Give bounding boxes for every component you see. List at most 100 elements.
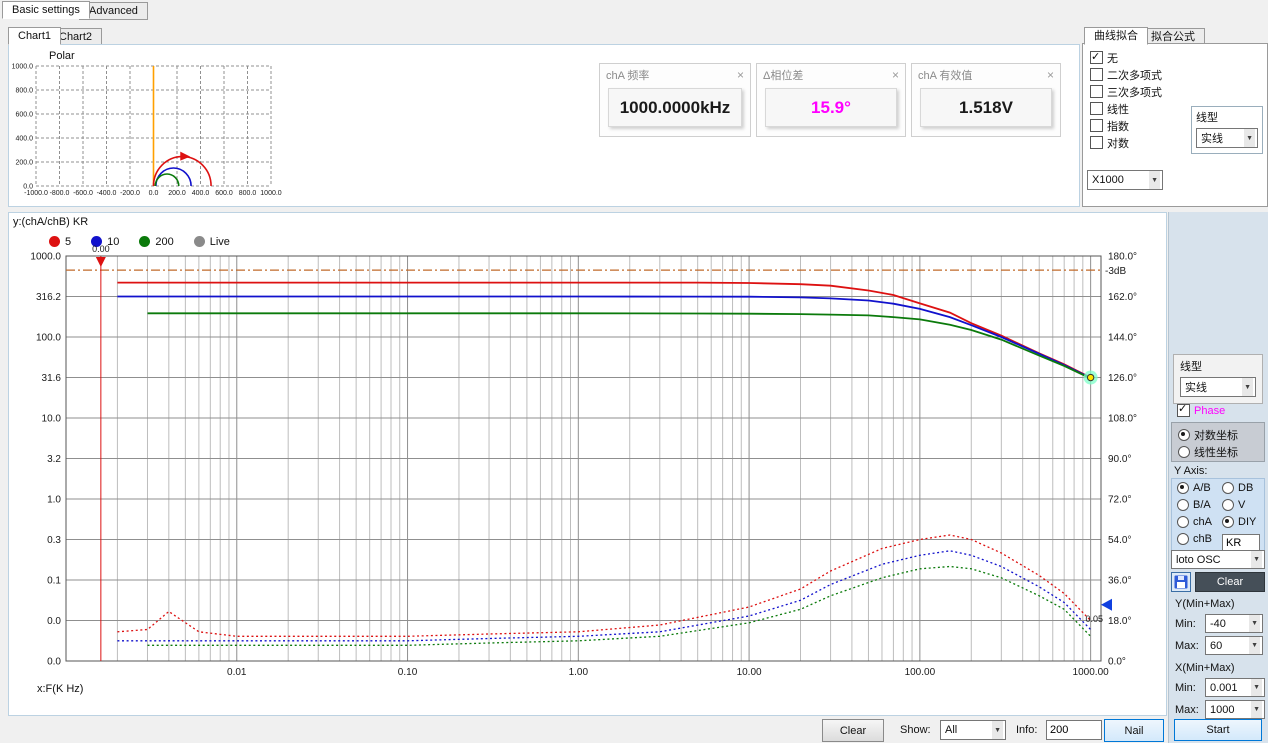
top-panel: Polar 1000.0800.0600.0400.0200.00.0-1000… — [8, 44, 1080, 207]
tab-curve-fit[interactable]: 曲线拟合 — [1084, 27, 1148, 45]
radio-chb[interactable]: chB — [1177, 533, 1212, 545]
checkbox-icon[interactable] — [1177, 404, 1190, 417]
fit-option-0[interactable]: 无 — [1090, 51, 1162, 68]
fit-option-label: 二次多项式 — [1107, 70, 1162, 82]
radio-icon[interactable] — [1178, 446, 1190, 458]
clear-chart-button[interactable]: Clear — [822, 719, 884, 742]
y-max-select[interactable]: 60 ▼ — [1205, 636, 1263, 655]
radio-v[interactable]: V — [1222, 499, 1245, 511]
legend-item-200[interactable]: 200 — [139, 236, 173, 248]
radio-ab[interactable]: A/B — [1177, 482, 1211, 494]
legend-item-Live[interactable]: Live — [194, 236, 230, 248]
save-button[interactable] — [1171, 572, 1191, 592]
cursor-value: 0.00 — [92, 244, 110, 254]
linetype-value: 实线 — [1185, 379, 1207, 395]
radio-label: V — [1238, 499, 1245, 511]
multiplier-value: X1000 — [1092, 174, 1124, 186]
tick-label: 800.0 — [239, 190, 257, 197]
chevron-down-icon: ▼ — [992, 721, 1003, 739]
radio-db[interactable]: DB — [1222, 482, 1253, 494]
legend-item-5[interactable]: 5 — [49, 236, 71, 248]
legend-label: 5 — [65, 236, 71, 248]
nail-button[interactable]: Nail — [1104, 719, 1164, 742]
cursor-handle[interactable] — [96, 257, 106, 267]
tick-label: 90.0° — [1108, 454, 1131, 465]
fit-linetype-select[interactable]: 实线 ▼ — [1196, 128, 1258, 148]
tick-label: -400.0 — [97, 190, 117, 197]
radio-icon[interactable] — [1222, 499, 1234, 511]
radio-icon[interactable] — [1222, 482, 1234, 494]
close-icon[interactable]: × — [1047, 68, 1054, 82]
legend-dot-icon — [139, 236, 150, 247]
linetype-select[interactable]: 实线 ▼ — [1180, 377, 1256, 397]
legend-dot-icon — [194, 236, 205, 247]
fit-option-1[interactable]: 二次多项式 — [1090, 68, 1162, 85]
x-max-select[interactable]: 1000 ▼ — [1205, 700, 1265, 719]
start-button[interactable]: Start — [1174, 719, 1262, 741]
polar-arrow-icon — [180, 152, 190, 161]
tab-chart1[interactable]: Chart1 — [8, 27, 61, 45]
tick-label: 0.1 — [47, 576, 61, 587]
checkbox-icon[interactable] — [1090, 85, 1103, 98]
tick-label: 162.0° — [1108, 292, 1137, 303]
diy-unit-input[interactable] — [1222, 534, 1260, 551]
radio-diy[interactable]: DIY — [1222, 516, 1256, 528]
fit-option-4[interactable]: 指数 — [1090, 119, 1162, 136]
tick-label: 200.0 — [15, 160, 33, 167]
radio-icon[interactable] — [1178, 429, 1190, 441]
radio-ba[interactable]: B/A — [1177, 499, 1211, 511]
close-icon[interactable]: × — [892, 68, 899, 82]
radio-log-coordinates[interactable]: 对数坐标 — [1178, 427, 1238, 443]
y-minmax-label: Y(Min+Max) — [1175, 598, 1235, 610]
y-min-select[interactable]: -40 ▼ — [1205, 614, 1263, 633]
right-marker[interactable] — [1101, 599, 1112, 611]
x-min-value: 0.001 — [1210, 682, 1238, 694]
end-marker[interactable] — [1087, 374, 1093, 380]
clear-data-button[interactable]: Clear — [1195, 572, 1265, 592]
info-input[interactable] — [1046, 720, 1102, 740]
show-select[interactable]: All ▼ — [940, 720, 1006, 740]
fit-linetype-group: 线型 实线 ▼ — [1191, 106, 1263, 154]
checkbox-icon[interactable] — [1090, 119, 1103, 132]
multiplier-select[interactable]: X1000 ▼ — [1087, 170, 1163, 190]
phase-checkbox[interactable]: Phase — [1177, 404, 1225, 417]
series-5-phase — [117, 535, 1090, 636]
tick-label: 0.01 — [227, 667, 247, 678]
tick-label: 1.00 — [569, 667, 589, 678]
y-max-label: Max: — [1175, 640, 1199, 652]
measurement-title: chA 频率 — [606, 67, 649, 83]
checkbox-icon[interactable] — [1090, 136, 1103, 149]
radio-label: DIY — [1238, 516, 1256, 528]
y-axis-group: A/B B/A chA chB DB V — [1171, 478, 1265, 558]
chevron-down-icon: ▼ — [1251, 701, 1262, 718]
radio-icon[interactable] — [1177, 533, 1189, 545]
x-max-value: 1000 — [1210, 704, 1234, 716]
tick-label: 0.0 — [47, 616, 61, 627]
radio-icon[interactable] — [1177, 482, 1189, 494]
close-icon[interactable]: × — [737, 68, 744, 82]
checkbox-icon[interactable] — [1090, 68, 1103, 81]
radio-cha[interactable]: chA — [1177, 516, 1212, 528]
fit-option-2[interactable]: 三次多项式 — [1090, 85, 1162, 102]
device-select[interactable]: loto OSC ▼ — [1171, 550, 1265, 569]
tick-label: 36.0° — [1108, 576, 1131, 587]
series-10-phase — [117, 551, 1090, 641]
y-max-value: 60 — [1210, 640, 1222, 652]
checkbox-icon[interactable] — [1090, 51, 1103, 64]
linetype-label: 线型 — [1180, 358, 1202, 374]
radio-linear-coordinates[interactable]: 线性坐标 — [1178, 444, 1238, 460]
polar-title: Polar — [49, 50, 75, 62]
tick-label: 1000.0 — [260, 190, 282, 197]
series-200 — [148, 313, 1091, 378]
radio-icon[interactable] — [1222, 516, 1234, 528]
radio-icon[interactable] — [1177, 516, 1189, 528]
chevron-down-icon: ▼ — [1149, 171, 1160, 189]
radio-icon[interactable] — [1177, 499, 1189, 511]
show-label: Show: — [900, 724, 931, 736]
tab-basic-settings[interactable]: Basic settings — [2, 1, 90, 19]
legend-label: Live — [210, 236, 230, 248]
fit-option-5[interactable]: 对数 — [1090, 136, 1162, 153]
checkbox-icon[interactable] — [1090, 102, 1103, 115]
x-min-select[interactable]: 0.001 ▼ — [1205, 678, 1265, 697]
fit-option-3[interactable]: 线性 — [1090, 102, 1162, 119]
